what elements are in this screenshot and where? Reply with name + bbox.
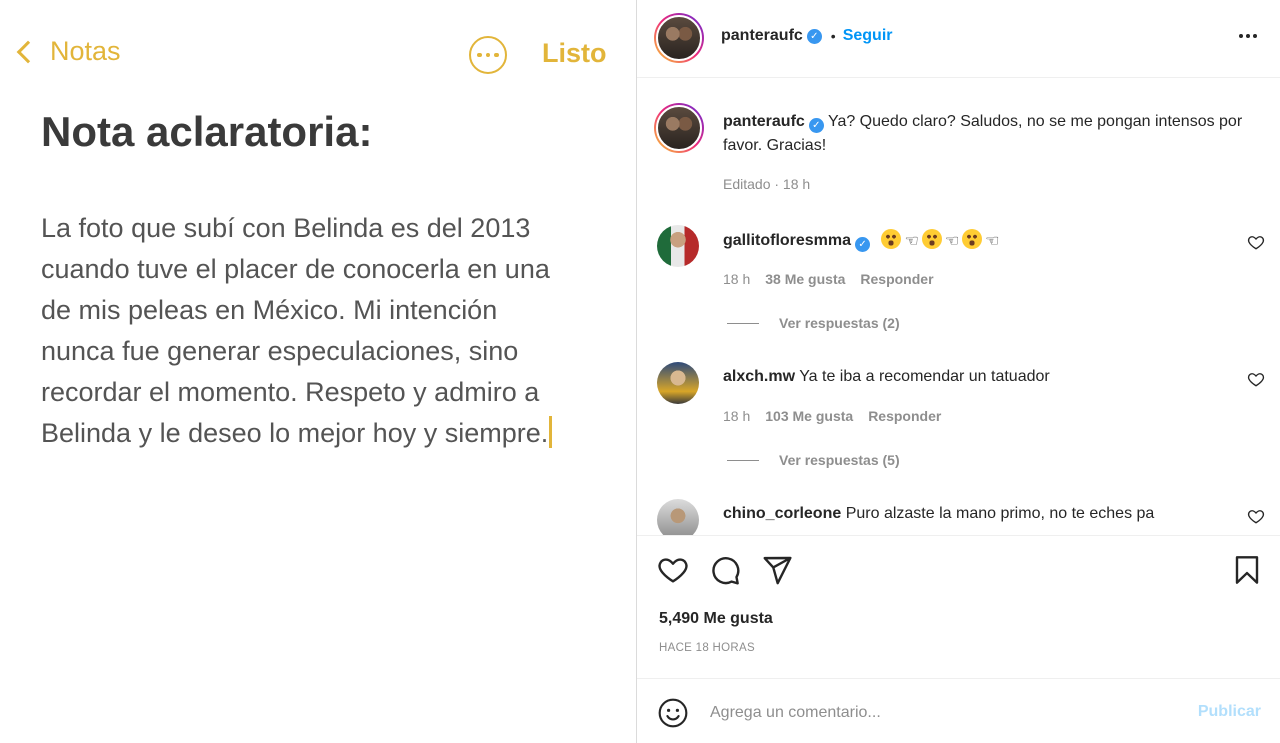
author-username[interactable]: panteraufc xyxy=(721,27,803,45)
comment-input[interactable] xyxy=(710,697,1170,729)
comment-time: 18 h xyxy=(723,271,751,287)
caption-username[interactable]: panteraufc xyxy=(723,113,805,130)
instagram-post-panel: panteraufc ✓ • Seguir panteraufc ✓ Ya? Qu… xyxy=(636,0,1280,743)
notes-back-label: Notas xyxy=(50,36,121,66)
point-left-emoji-icon: ☜ xyxy=(904,233,919,250)
comment-username[interactable]: alxch.mw xyxy=(723,368,795,385)
comment-text: alxch.mw Ya te iba a recomendar un tatua… xyxy=(723,366,1223,388)
note-line: de mis peleas en México. Mi intención xyxy=(41,295,498,325)
comment-body: Puro alzaste la mano primo, no te eches … xyxy=(845,505,1155,522)
likes-count[interactable]: 5,490 Me gusta xyxy=(659,610,773,628)
commenter-avatar[interactable] xyxy=(657,499,699,535)
comment-item: chino_corleone Puro alzaste la mano prim… xyxy=(637,499,1280,535)
note-line: recordar el momento. Respeto y admiro a xyxy=(41,377,540,407)
view-replies-label: Ver respuestas (2) xyxy=(779,315,900,331)
verified-badge-icon: ✓ xyxy=(808,118,824,133)
notes-screenshot: Notas Listo Nota aclaratoria: La foto qu… xyxy=(0,0,636,743)
reply-button[interactable]: Responder xyxy=(868,408,941,424)
comment-item: gallitofloresmma ✓ ☜ ☜ ☜ 18 h 38 Me gusta R… xyxy=(637,225,1280,355)
comment-username[interactable]: gallitofloresmma xyxy=(723,232,851,249)
post-timestamp: HACE 18 HORAS xyxy=(659,642,755,654)
commenter-avatar[interactable] xyxy=(657,362,699,404)
comments-list[interactable]: panteraufc ✓ Ya? Quedo claro? Saludos, no… xyxy=(637,79,1280,535)
caption-text: panteraufc ✓ Ya? Quedo claro? Saludos, no… xyxy=(723,110,1273,158)
comment-time: 18 h xyxy=(723,408,751,424)
astonished-emoji-icon xyxy=(962,229,983,249)
note-line: La foto que subí con Belinda es del 2013 xyxy=(41,213,531,243)
emoji-sequence: ☜ ☜ ☜ xyxy=(880,229,1001,250)
astonished-emoji-icon xyxy=(881,229,902,249)
view-replies-button[interactable]: Ver respuestas (5) xyxy=(727,452,900,468)
like-comment-heart-icon[interactable] xyxy=(1247,370,1265,388)
notes-done-button[interactable]: Listo xyxy=(542,38,607,69)
view-replies-button[interactable]: Ver respuestas (2) xyxy=(727,315,900,331)
more-options-icon[interactable] xyxy=(469,36,507,74)
reply-button[interactable]: Responder xyxy=(860,271,933,287)
chevron-left-icon xyxy=(16,40,40,63)
author-avatar[interactable] xyxy=(654,103,704,153)
emoji-smile-icon[interactable] xyxy=(657,697,689,729)
author-avatar[interactable] xyxy=(654,13,704,63)
comment-text: gallitofloresmma ✓ ☜ ☜ ☜ xyxy=(723,229,1223,253)
share-send-icon[interactable] xyxy=(761,554,793,586)
add-comment-bar: Publicar xyxy=(637,678,1280,743)
publish-button[interactable]: Publicar xyxy=(1198,703,1261,721)
replies-divider xyxy=(727,459,759,461)
caption-meta: Editado · 18 h xyxy=(723,176,811,192)
note-line: Belinda y le deseo lo mejor hoy y siempr… xyxy=(41,418,549,448)
astonished-emoji-icon xyxy=(921,229,942,249)
post-header: panteraufc ✓ • Seguir xyxy=(637,0,1280,78)
view-replies-label: Ver respuestas (5) xyxy=(779,452,900,468)
comment-likes[interactable]: 38 Me gusta xyxy=(765,271,845,287)
point-left-emoji-icon: ☜ xyxy=(944,233,960,250)
more-options-icon[interactable] xyxy=(1239,28,1257,44)
comment-body: Ya te iba a recomendar un tatuador xyxy=(799,368,1050,385)
replies-divider xyxy=(727,322,759,324)
verified-badge-icon: ✓ xyxy=(806,28,822,44)
comment-item: alxch.mw Ya te iba a recomendar un tatua… xyxy=(637,362,1280,492)
commenter-avatar[interactable] xyxy=(657,225,699,267)
separator-dot: • xyxy=(830,28,836,44)
comment-likes[interactable]: 103 Me gusta xyxy=(765,408,853,424)
bookmark-save-icon[interactable] xyxy=(1231,554,1263,586)
note-line: nunca fue generar especulaciones, sino xyxy=(41,336,519,366)
note-title: Nota aclaratoria: xyxy=(41,108,373,155)
note-line: cuando tuve el placer de conocerla en un… xyxy=(41,254,550,284)
note-body: La foto que subí con Belinda es del 2013… xyxy=(41,208,616,454)
like-comment-heart-icon[interactable] xyxy=(1247,507,1265,525)
verified-badge-icon: ✓ xyxy=(855,237,871,252)
note-line-last: Belinda y le deseo lo mejor hoy y siempr… xyxy=(41,413,616,454)
point-left-emoji-icon: ☜ xyxy=(985,233,1000,250)
like-heart-icon[interactable] xyxy=(657,554,689,586)
comment-text: chino_corleone Puro alzaste la mano prim… xyxy=(723,503,1223,525)
comment-username[interactable]: chino_corleone xyxy=(723,505,841,522)
comment-meta: 18 h 38 Me gusta Responder xyxy=(723,271,934,287)
comment-bubble-icon[interactable] xyxy=(709,554,741,586)
comment-meta: 18 h 103 Me gusta Responder xyxy=(723,408,941,424)
text-cursor xyxy=(549,416,553,448)
like-comment-heart-icon[interactable] xyxy=(1247,233,1265,251)
follow-button[interactable]: Seguir xyxy=(843,27,893,45)
notes-back-button[interactable]: Notas xyxy=(14,36,121,67)
